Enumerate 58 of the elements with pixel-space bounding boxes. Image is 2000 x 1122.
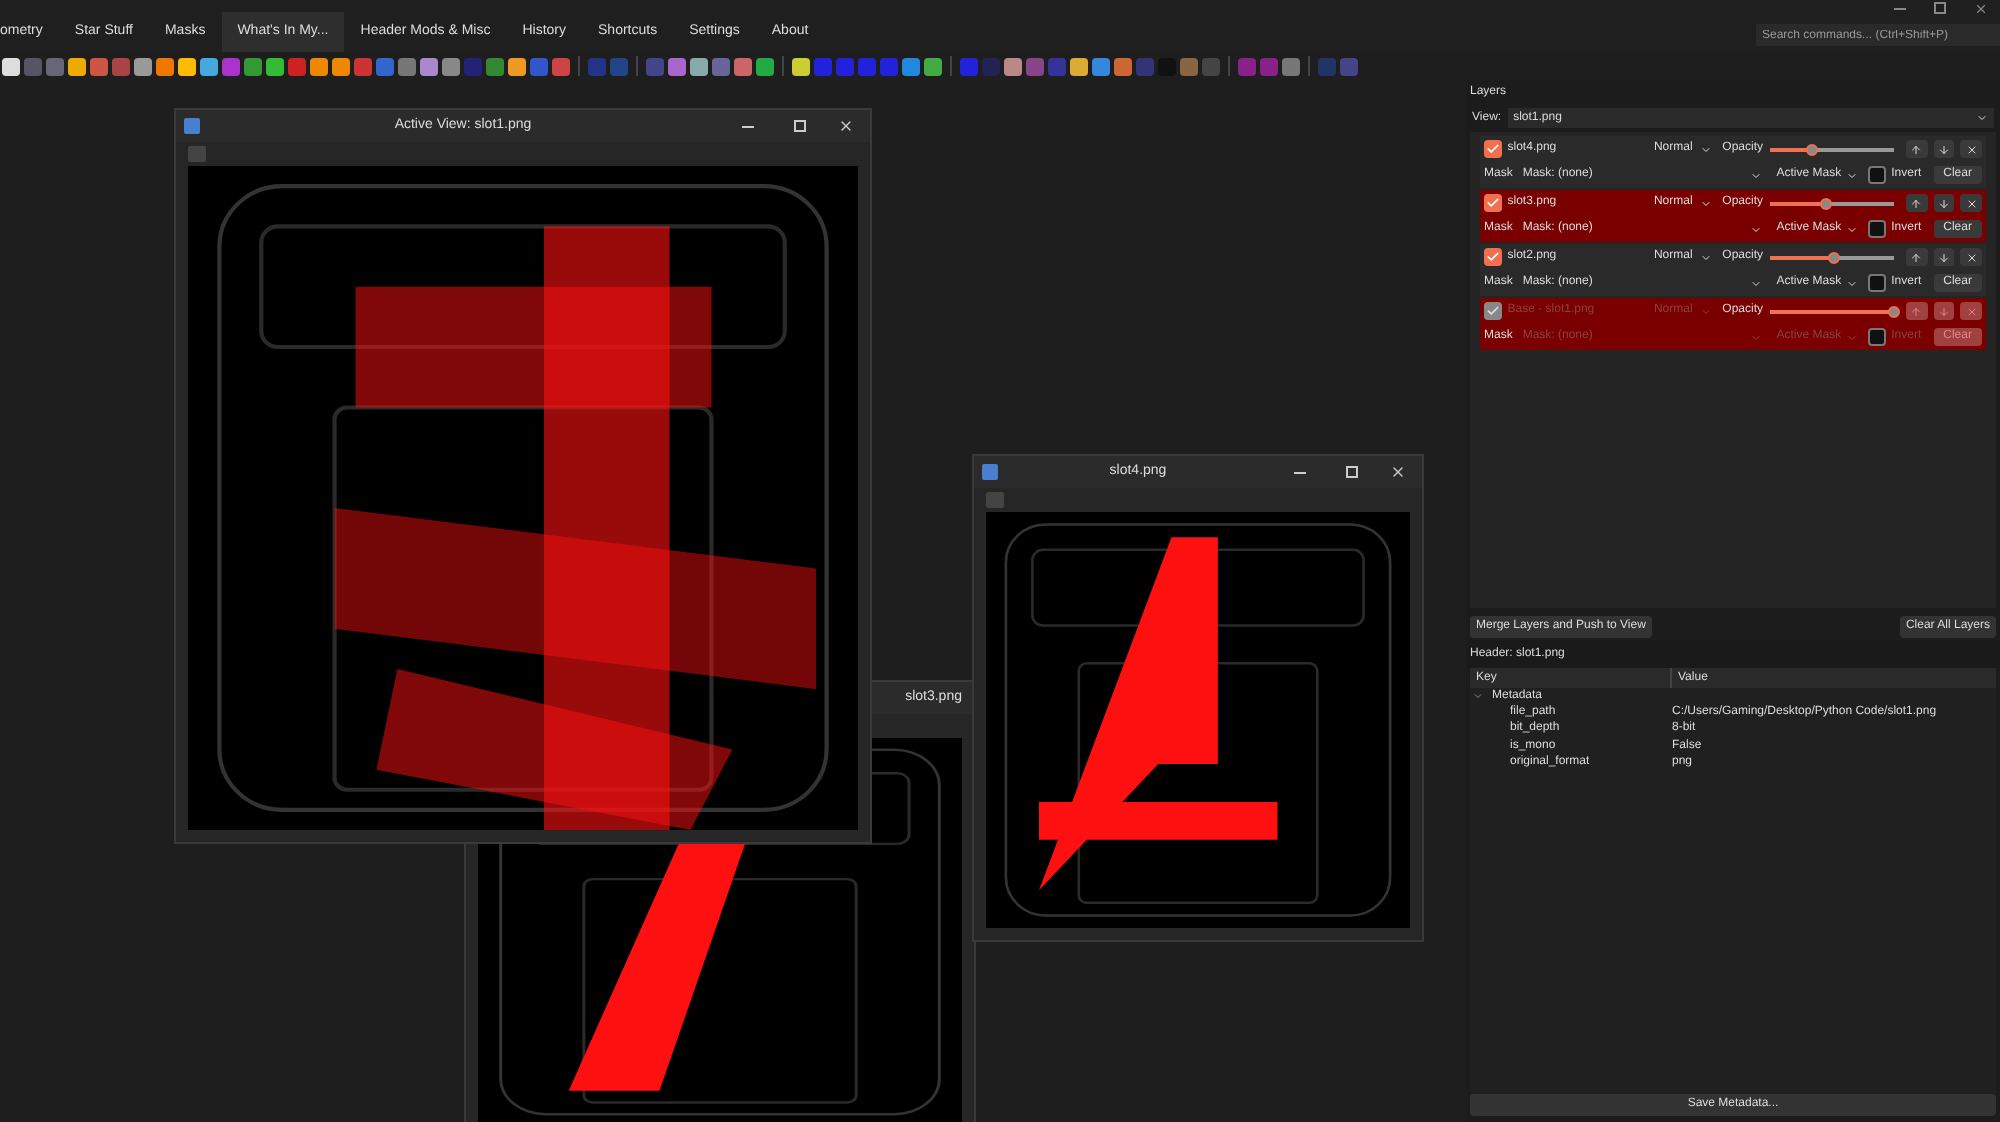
- remove-button[interactable]: [1960, 140, 1983, 158]
- chevron-down-icon: [1845, 277, 1858, 289]
- slider-thumb[interactable]: [1806, 143, 1819, 155]
- move-up-button[interactable]: [1905, 194, 1928, 212]
- close-icon: [1965, 305, 1978, 317]
- close-icon: [1965, 143, 1978, 155]
- maximize-icon[interactable]: [794, 120, 806, 132]
- arrow-down-icon: [1937, 251, 1950, 263]
- chevron-down-icon: [1845, 223, 1858, 235]
- checkbox[interactable]: [1867, 166, 1886, 184]
- app-icon: [982, 464, 998, 480]
- chevron-down-icon: [1700, 305, 1713, 317]
- arrow-up-icon: [1910, 305, 1923, 317]
- move-down-button[interactable]: [1933, 194, 1955, 212]
- checkbox[interactable]: [1484, 140, 1502, 158]
- arrow-down-icon: [1937, 305, 1950, 317]
- chevron-down-icon: [1845, 169, 1858, 181]
- remove-button[interactable]: [1960, 248, 1983, 266]
- checkbox[interactable]: [1867, 274, 1886, 292]
- chevron-down-icon: [1750, 331, 1763, 343]
- app-icon: [184, 118, 200, 134]
- remove-button[interactable]: [1960, 194, 1983, 212]
- chevron-down-icon: [1700, 197, 1713, 209]
- move-down-button[interactable]: [1933, 140, 1955, 158]
- move-up-button[interactable]: [1905, 140, 1928, 158]
- move-up-button[interactable]: [1905, 248, 1928, 266]
- slider-thumb[interactable]: [1827, 251, 1840, 263]
- chevron-down-icon: [1845, 331, 1858, 343]
- check-icon: [1485, 196, 1500, 210]
- arrow-up-icon: [1910, 143, 1923, 155]
- close-icon[interactable]: [1974, 2, 1988, 16]
- restore-icon[interactable]: [1934, 2, 1946, 14]
- chevron-down-icon: [1750, 169, 1763, 181]
- close-icon[interactable]: [1390, 464, 1406, 480]
- check-icon: [1485, 250, 1500, 264]
- move-down-button[interactable]: [1933, 248, 1955, 266]
- checkbox[interactable]: [1484, 248, 1502, 266]
- checkbox[interactable]: [1484, 194, 1502, 212]
- chevron-down-icon: [1750, 277, 1763, 289]
- arrow-up-icon: [1910, 197, 1923, 209]
- check-icon: [1485, 142, 1500, 156]
- close-icon: [1965, 197, 1978, 209]
- chevron-down-icon: [1700, 143, 1713, 155]
- close-icon[interactable]: [838, 118, 854, 134]
- arrow-up-icon: [1910, 251, 1923, 263]
- slider-thumb[interactable]: [1819, 197, 1832, 209]
- arrow-down-icon: [1937, 143, 1950, 155]
- check-icon: [1485, 304, 1500, 318]
- checkbox[interactable]: [1867, 220, 1886, 238]
- arrow-down-icon: [1937, 197, 1950, 209]
- close-icon: [1965, 251, 1978, 263]
- maximize-icon[interactable]: [1346, 466, 1358, 478]
- chevron-down-icon: [1700, 251, 1713, 263]
- expand-icon[interactable]: [1472, 690, 1484, 702]
- minimize-icon[interactable]: [742, 125, 754, 127]
- chevron-down-icon: [1750, 223, 1763, 235]
- chevron-down-icon: [1976, 112, 1988, 124]
- minimize-icon[interactable]: [1294, 471, 1306, 473]
